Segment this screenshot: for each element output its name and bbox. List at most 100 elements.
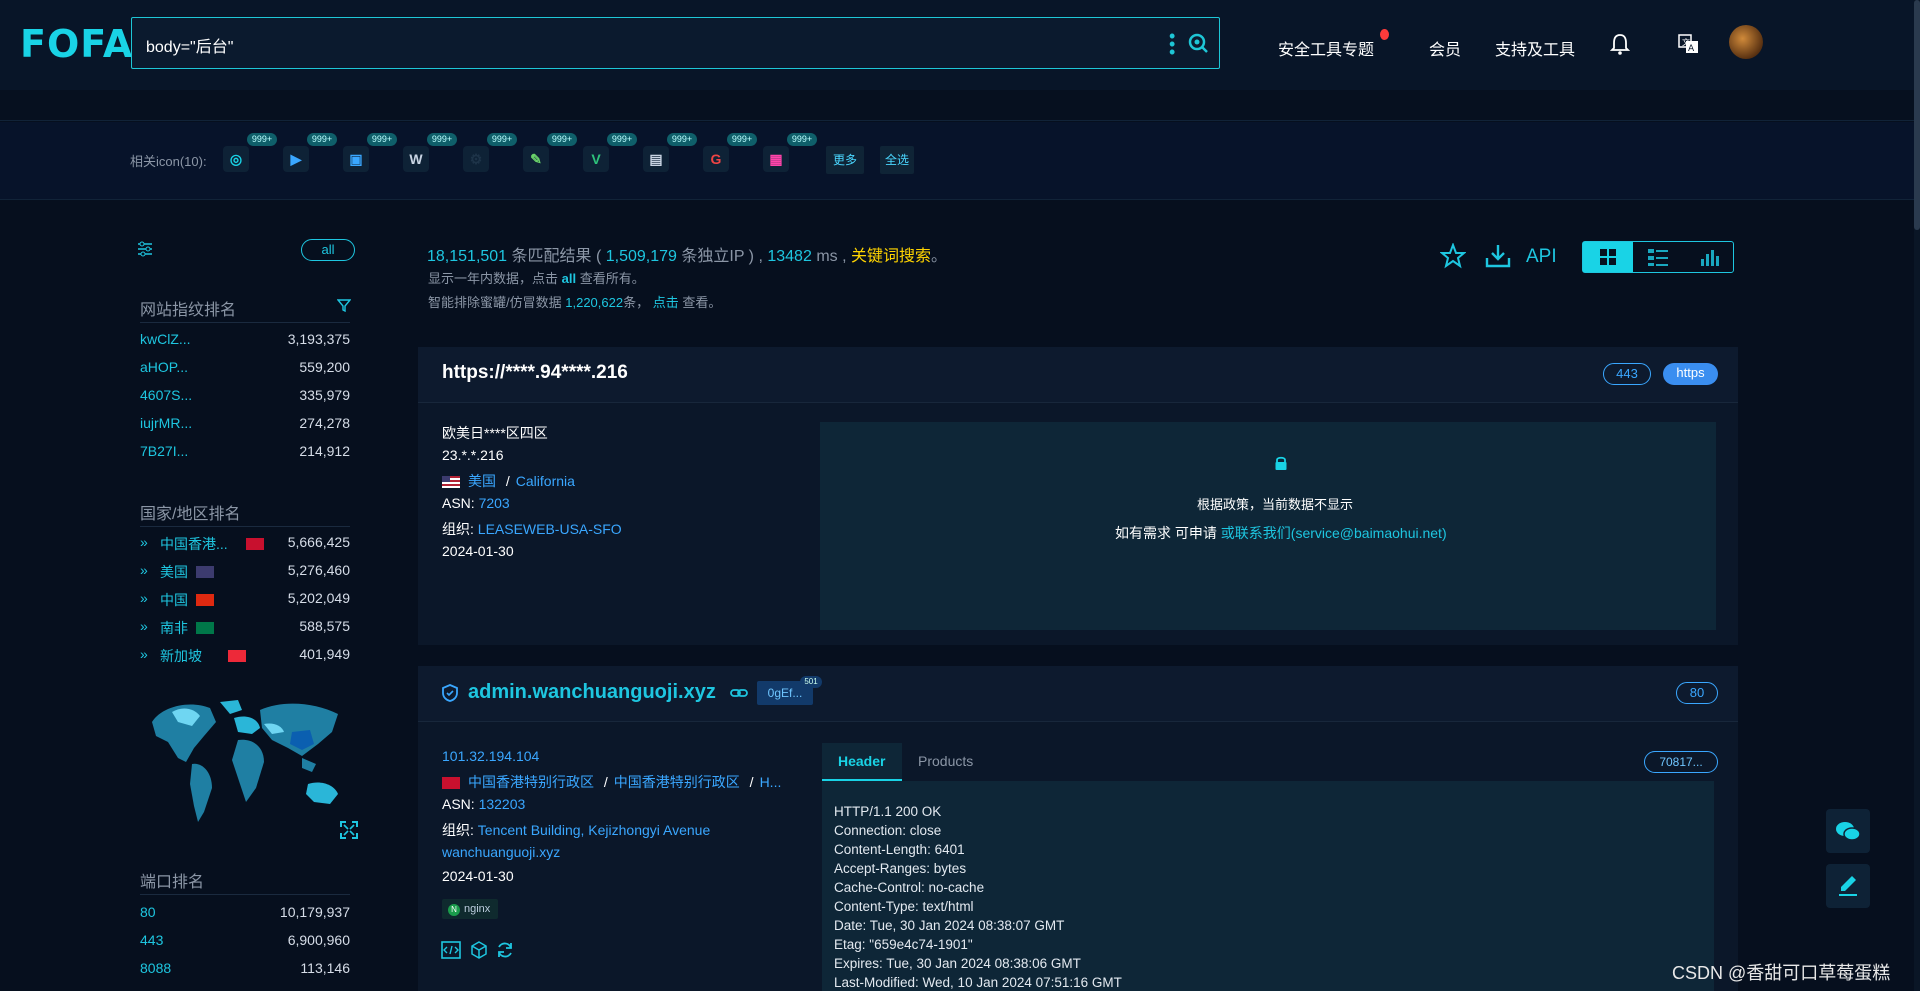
filter-settings-icon[interactable] (137, 241, 153, 257)
stats-view-icon[interactable] (1683, 242, 1733, 272)
rank-key[interactable]: 4607S... (140, 387, 192, 403)
rank-key[interactable]: 8088 (140, 960, 171, 976)
http-header-line: Content-Length: 6401 (834, 842, 965, 857)
tab-header[interactable]: Header (822, 743, 902, 781)
fofa-logo[interactable]: FOFA (20, 22, 133, 66)
rank-row[interactable]: 443 6,900,960 (140, 932, 350, 952)
search-input[interactable]: body="后台" (146, 33, 233, 57)
select-all-icons-button[interactable]: 全选 (880, 146, 914, 174)
search-icon[interactable] (1187, 32, 1209, 54)
rank-key[interactable]: 中国香港... (160, 534, 228, 554)
list-view-icon[interactable] (1633, 242, 1683, 272)
search-box[interactable]: body="后台" • • • (131, 17, 1220, 69)
frame-icon[interactable]: ▣ (343, 146, 369, 172)
refresh-icon[interactable] (496, 941, 514, 959)
link-icon[interactable] (730, 686, 748, 700)
nav-support-tools[interactable]: 支持及工具 (1495, 36, 1575, 60)
doc-icon[interactable]: ▤ (643, 146, 669, 172)
port-badge[interactable]: 80 (1676, 682, 1718, 704)
google-icon[interactable]: G (703, 146, 729, 172)
leaf-icon[interactable]: ✎ (523, 146, 549, 172)
note2-text: 智能排除蜜罐/仿冒数据 (428, 295, 562, 310)
bell-icon[interactable] (1610, 33, 1630, 55)
download-icon[interactable] (1484, 242, 1512, 270)
windows-icon[interactable]: ▦ (763, 146, 789, 172)
all-link[interactable]: all (562, 271, 576, 286)
gear-icon[interactable]: ⚙ (463, 146, 489, 172)
result-2-ip[interactable]: 101.32.194.104 (442, 748, 539, 764)
rank-key[interactable]: 中国 (160, 590, 188, 610)
rank-row[interactable]: » 中国 5,202,049 (140, 590, 350, 610)
rank-row[interactable]: 7B27I... 214,912 (140, 443, 350, 463)
translate-icon[interactable]: 文A (1678, 34, 1700, 54)
feedback-button[interactable] (1826, 864, 1870, 908)
result-1-ip[interactable]: 23.*.*.216 (442, 447, 504, 463)
rank-key[interactable]: 南非 (160, 618, 188, 638)
rank-row[interactable]: 80 10,179,937 (140, 904, 350, 924)
result-1-region-link[interactable]: California (516, 473, 575, 489)
rank-row[interactable]: » 南非 588,575 (140, 618, 350, 638)
count-badge: 999+ (427, 133, 457, 146)
result-2-asn-link[interactable]: 132203 (479, 796, 526, 812)
protocol-badge[interactable]: https (1663, 363, 1718, 385)
rank-row[interactable]: » 新加坡 401,949 (140, 646, 350, 666)
keyword-search-link[interactable]: 关键词搜索 (851, 248, 931, 265)
api-button[interactable]: API (1526, 246, 1557, 268)
result-2-domain[interactable]: wanchuanguoji.xyz (442, 844, 560, 860)
fofa-icon[interactable]: ◎ (223, 146, 249, 172)
result-1-asn-link[interactable]: 7203 (479, 495, 510, 511)
rank-key[interactable]: 美国 (160, 562, 188, 582)
user-avatar[interactable] (1729, 25, 1763, 59)
rank-key[interactable]: 443 (140, 932, 163, 948)
result-1-org-link[interactable]: LEASEWEB-USA-SFO (478, 521, 622, 537)
hash-badge[interactable]: 70817... (1644, 751, 1718, 773)
more-options-icon[interactable]: • • • (1169, 27, 1175, 61)
result-2-title[interactable]: admin.wanchuanguoji.xyz (468, 681, 716, 704)
rank-row[interactable]: » 美国 5,276,460 (140, 562, 350, 582)
scrollbar-track[interactable] (1914, 0, 1920, 991)
server-tag[interactable]: Nnginx (442, 899, 499, 919)
scrollbar-thumb[interactable] (1914, 0, 1920, 230)
wechat-button[interactable] (1826, 809, 1870, 853)
all-filter-button[interactable]: all (301, 239, 355, 261)
nav-membership[interactable]: 会员 (1429, 36, 1461, 60)
cube-icon[interactable] (470, 941, 488, 959)
rank-row[interactable]: 8088 113,146 (140, 960, 350, 980)
wordpress-icon[interactable]: W (403, 146, 429, 172)
contact-link[interactable]: 或联系我们(service@baimaohui.net) (1221, 525, 1447, 541)
port-badge[interactable]: 443 (1603, 363, 1651, 385)
filter-icon[interactable] (337, 298, 351, 312)
http-headers: HTTP/1.1 200 OK Connection: close Content-… (834, 802, 1704, 991)
world-map[interactable] (142, 692, 352, 832)
rank-row[interactable]: iujrMR... 274,278 (140, 415, 350, 435)
nginx-icon: N (448, 904, 460, 916)
rank-row[interactable]: aHOP... 559,200 (140, 359, 350, 379)
rank-key[interactable]: 7B27I... (140, 443, 188, 459)
nav-security-tools[interactable]: 安全工具专题 (1278, 36, 1374, 60)
rank-key[interactable]: iujrMR... (140, 415, 192, 431)
more-icons-button[interactable]: 更多 (826, 146, 864, 174)
honeypot-click-link[interactable]: 点击 (653, 295, 679, 310)
rank-row[interactable]: kwClZ... 3,193,375 (140, 331, 350, 351)
result-2-region3-link[interactable]: H... (760, 774, 782, 790)
result-1-title[interactable]: https://****.94****.216 (442, 362, 628, 384)
rank-key[interactable]: 80 (140, 904, 156, 920)
rank-value: 5,276,460 (287, 562, 350, 578)
result-2-org-link[interactable]: Tencent Building, Kejizhongyi Avenue (478, 822, 710, 838)
rank-row[interactable]: 4607S... 335,979 (140, 387, 350, 407)
rank-key[interactable]: kwClZ... (140, 331, 191, 347)
fullscreen-icon[interactable] (339, 820, 359, 840)
result-2-region2-link[interactable]: 中国香港特别行政区 (614, 774, 740, 790)
star-icon[interactable] (1440, 243, 1466, 269)
result-1-country-link[interactable]: 美国 (468, 473, 496, 489)
rank-key[interactable]: 新加坡 (160, 646, 202, 666)
code-icon[interactable] (441, 941, 461, 959)
result-2-region1-link[interactable]: 中国香港特别行政区 (468, 774, 594, 790)
count-badge: 999+ (367, 133, 397, 146)
grid-view-button[interactable] (1583, 242, 1633, 272)
rank-row[interactable]: » 中国香港... 5,666,425 (140, 534, 350, 554)
vue-icon[interactable]: V (583, 146, 609, 172)
tab-products[interactable]: Products (918, 753, 973, 769)
play-icon[interactable]: ▶ (283, 146, 309, 172)
rank-key[interactable]: aHOP... (140, 359, 188, 375)
